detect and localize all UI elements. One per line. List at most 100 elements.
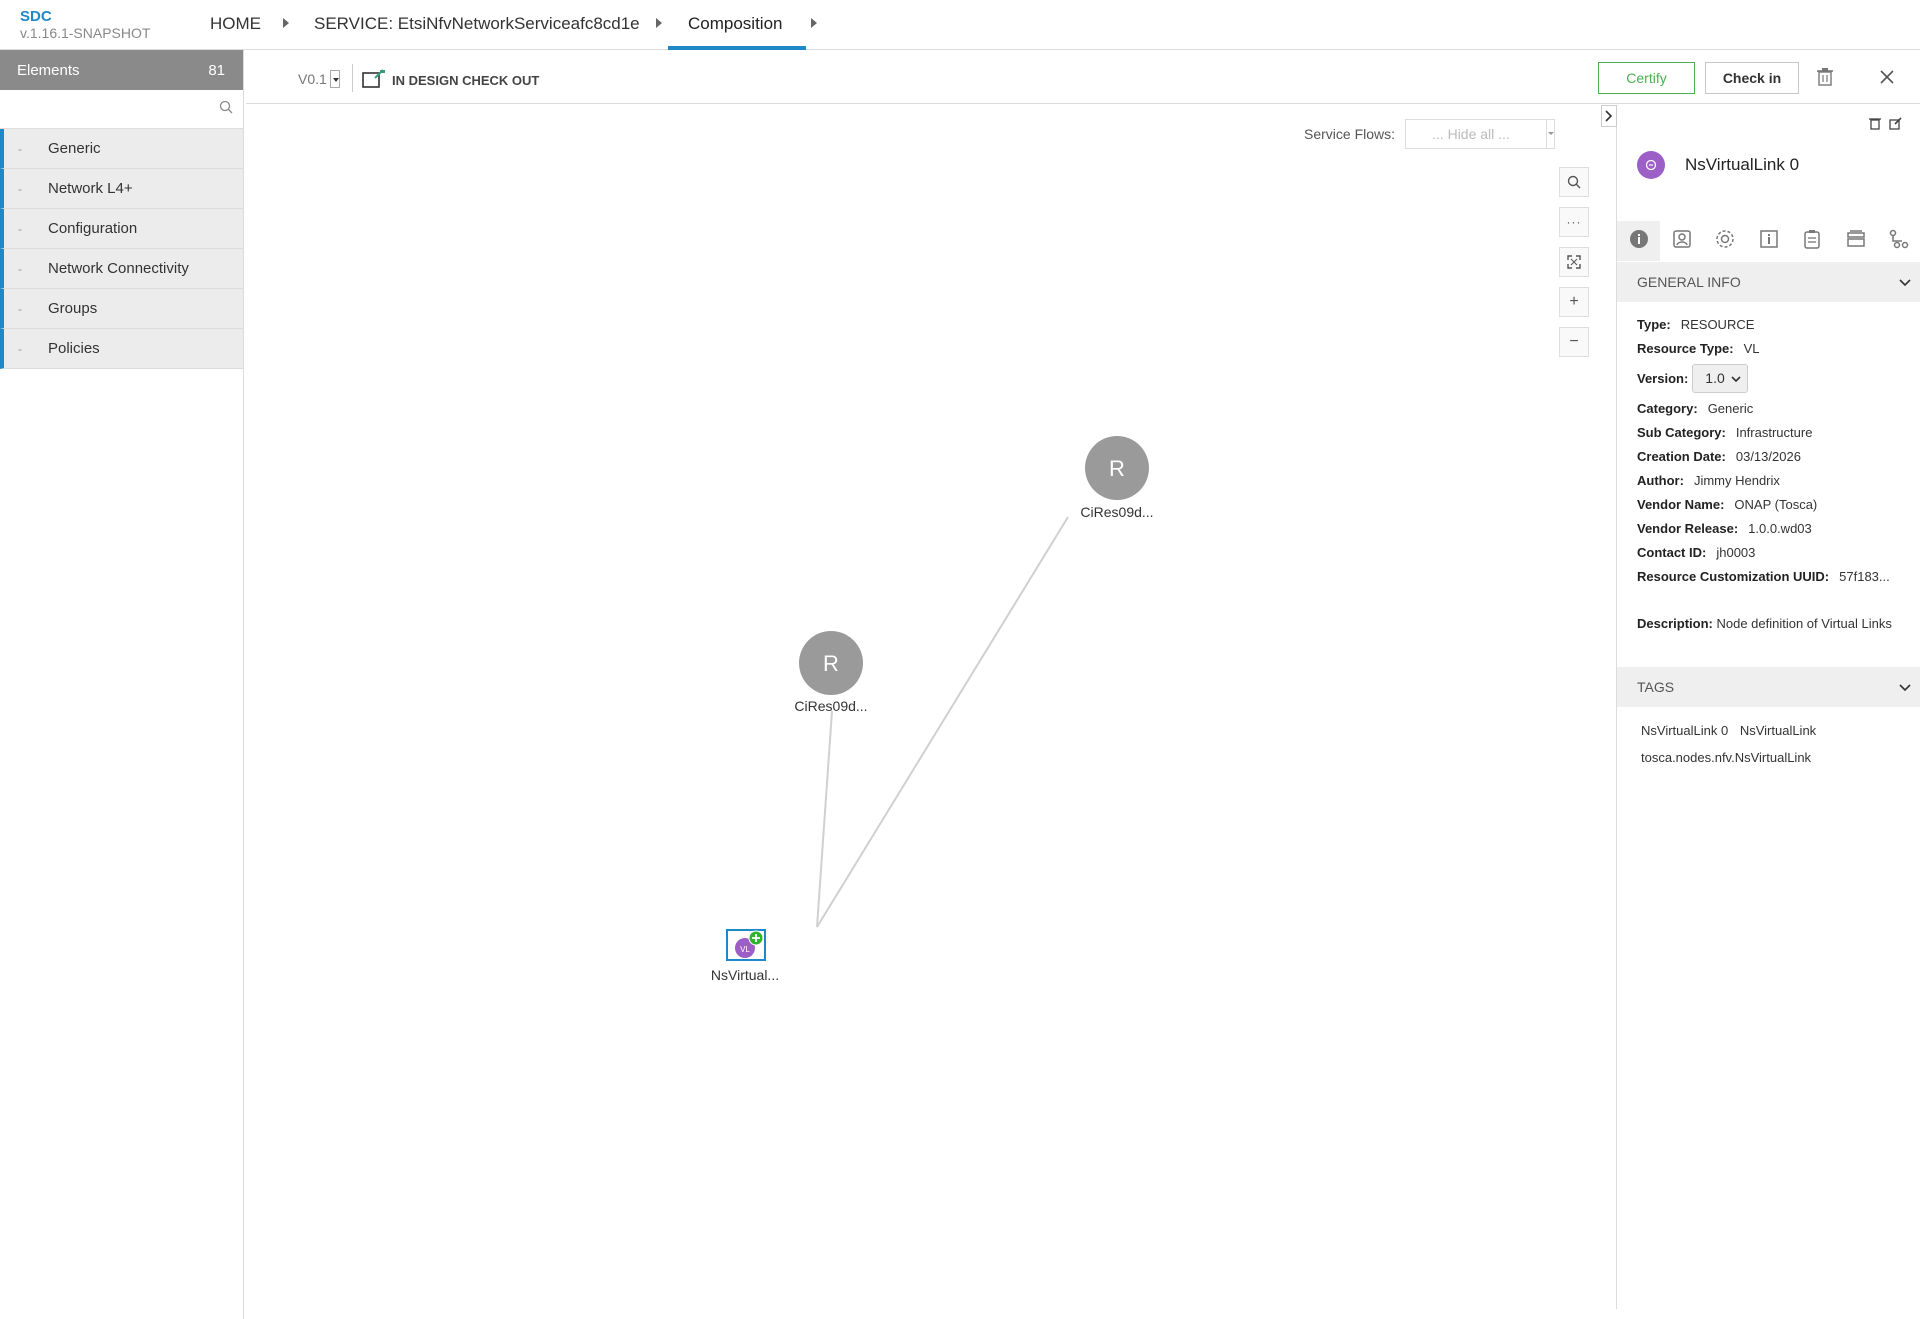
artifacts-icon (1672, 229, 1692, 254)
certify-button[interactable]: Certify (1598, 62, 1695, 94)
palette-category-generic[interactable]: - Generic (0, 129, 243, 169)
clipboard-icon (1803, 229, 1821, 254)
info-box-icon (1759, 229, 1779, 254)
resource-type-value: VL (1743, 340, 1760, 356)
breadcrumb-arrow-icon[interactable] (811, 18, 817, 28)
top-nav: SDC v.1.16.1-SNAPSHOT HOME SERVICE: Etsi… (0, 0, 1920, 50)
version-value: V0.1 (298, 71, 327, 87)
tags-header[interactable]: TAGS (1617, 667, 1920, 707)
expand-icon: - (18, 141, 22, 156)
breadcrumb-service[interactable]: SERVICE: EtsiNfvNetworkServiceafc8cd1e (314, 14, 640, 34)
lifecycle-state: IN DESIGN CHECK OUT (362, 69, 539, 92)
palette-category-policies[interactable]: - Policies (0, 329, 243, 369)
palette-category-network-connectivity[interactable]: - Network Connectivity (0, 249, 243, 289)
sub-category-label: Sub Category: (1637, 424, 1726, 440)
palette-search-input[interactable] (2, 93, 238, 125)
tab-composition[interactable] (1834, 221, 1877, 261)
tag: tosca.nodes.nfv.NsVirtualLink (1641, 750, 1812, 765)
contact-id-label: Contact ID: (1637, 544, 1707, 560)
uuid-value: 57f183... (1839, 568, 1890, 584)
lifecycle-state-text: IN DESIGN CHECK OUT (392, 73, 540, 88)
resource-type-label: Resource Type: (1637, 340, 1734, 356)
close-icon[interactable] (1880, 70, 1894, 89)
node-letter: R (1109, 456, 1125, 481)
category-label: Generic (48, 140, 101, 157)
tab-properties[interactable] (1704, 221, 1747, 261)
check-in-button[interactable]: Check in (1705, 62, 1799, 94)
add-icon[interactable] (748, 930, 764, 946)
tag: NsVirtualLink 0 (1641, 723, 1729, 738)
delete-icon[interactable] (1869, 117, 1881, 135)
chevron-down-icon (1899, 274, 1911, 290)
relation-link[interactable] (816, 516, 1069, 928)
palette-category-groups[interactable]: - Groups (0, 289, 243, 329)
version-select[interactable]: V0.1 (298, 70, 340, 88)
category-label: Network Connectivity (48, 260, 189, 277)
tab-information-artifacts[interactable] (1747, 221, 1790, 261)
info-icon (1629, 229, 1649, 254)
general-info-header[interactable]: GENERAL INFO (1617, 262, 1920, 302)
sub-category-value: Infrastructure (1735, 424, 1813, 440)
palette-count: 81 (208, 61, 225, 79)
edit-icon[interactable] (1889, 117, 1902, 135)
breadcrumb-home[interactable]: HOME (210, 14, 261, 34)
breadcrumb-arrow-icon[interactable] (283, 18, 289, 28)
workspace-toolbar: V0.1 IN DESIGN CHECK OUT Certify Check i… (246, 52, 1920, 104)
category-label: Category: (1637, 400, 1698, 416)
resource-node-2[interactable]: R CiRes09d... (794, 631, 868, 714)
tab-api[interactable] (1791, 221, 1834, 261)
uuid-label: Resource Customization UUID: (1637, 568, 1830, 584)
resource-node-1[interactable]: R CiRes09d... (1080, 436, 1154, 520)
elements-palette: Elements 81 - Generic - Network L4+ - Confi… (0, 50, 244, 1319)
checkout-icon (362, 69, 386, 92)
tags-list: NsVirtualLink 0 NsVirtualLink tosca.node… (1641, 723, 1824, 777)
composition-graph: R CiRes09d... R CiRes09d... VL NsVirtual… (711, 436, 1154, 983)
vendor-release-label: Vendor Release: (1637, 520, 1739, 536)
contact-id-value: jh0003 (1716, 544, 1756, 560)
tab-general-info[interactable] (1617, 221, 1661, 261)
divider (352, 64, 353, 92)
type-value: RESOURCE (1680, 316, 1755, 332)
expand-icon: - (18, 301, 22, 316)
tag: NsVirtualLink (1739, 723, 1817, 738)
collapse-panel-icon[interactable] (1601, 105, 1617, 127)
vl-node-selected[interactable]: VL NsVirtual... (711, 929, 779, 983)
tab-deployment-artifacts[interactable] (1660, 221, 1703, 261)
version-dropdown[interactable]: 1.0 (1692, 363, 1748, 393)
author-value: Jimmy Hendrix (1693, 472, 1780, 488)
palette-title: Elements (17, 61, 80, 79)
tags-title: TAGS (1637, 679, 1675, 695)
breadcrumb-arrow-icon[interactable] (656, 18, 662, 28)
panel-title: NsVirtualLink 0 (1637, 151, 1799, 179)
chevron-down-icon (329, 70, 340, 88)
component-name: NsVirtualLink 0 (1685, 155, 1800, 174)
expand-icon: - (18, 181, 22, 196)
app-version: v.1.16.1-SNAPSHOT (20, 25, 151, 41)
tab-requirements-capabilities[interactable] (1877, 221, 1920, 261)
creation-date-label: Creation Date: (1637, 448, 1726, 464)
search-icon[interactable] (219, 100, 233, 119)
palette-category-network-l4[interactable]: - Network L4+ (0, 169, 243, 209)
composition-canvas[interactable]: Service Flows: ... Hide all ... ··· + − … (246, 105, 1616, 1309)
category-label: Policies (48, 340, 100, 357)
relation-icon (1889, 229, 1909, 254)
description-label: Description: (1637, 616, 1713, 631)
chevron-down-icon (1899, 679, 1911, 695)
virtual-link-icon (1637, 151, 1665, 179)
relation-link[interactable] (816, 710, 833, 928)
palette-category-configuration[interactable]: - Configuration (0, 209, 243, 249)
breadcrumb-composition[interactable]: Composition (688, 14, 783, 34)
type-label: Type: (1637, 316, 1671, 332)
category-label: Configuration (48, 220, 138, 237)
node-label: NsVirtual... (711, 967, 779, 983)
expand-icon: - (18, 221, 22, 236)
chevron-down-icon (1731, 370, 1741, 386)
version-label: Version: (1637, 370, 1689, 386)
node-label: CiRes09d... (1080, 504, 1153, 520)
app-logo[interactable]: SDC v.1.16.1-SNAPSHOT (20, 8, 151, 42)
palette-header: Elements 81 (0, 50, 243, 90)
app-name: SDC (20, 8, 52, 25)
active-tab-indicator (668, 46, 806, 50)
node-letter: VL (740, 945, 750, 954)
trash-icon[interactable] (1817, 68, 1833, 91)
